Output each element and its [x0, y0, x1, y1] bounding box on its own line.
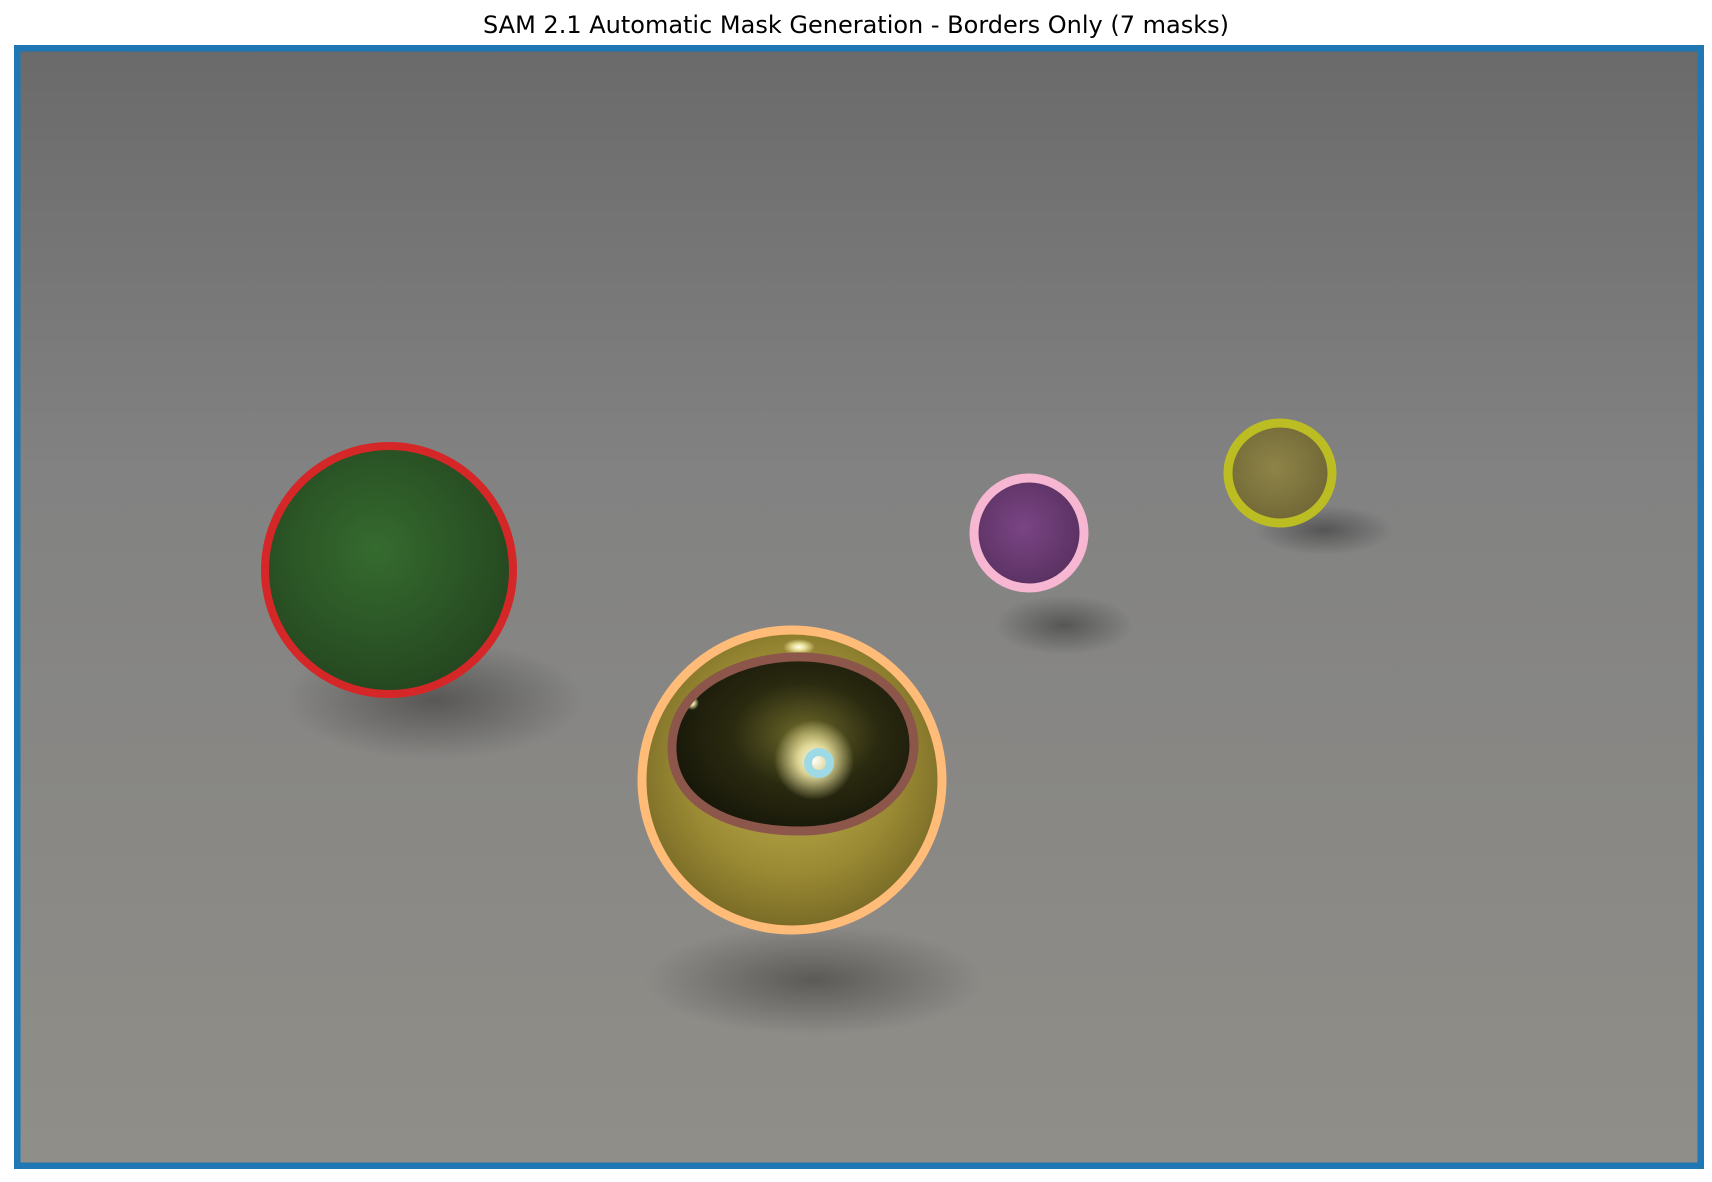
purple-sphere-shadow [994, 595, 1134, 655]
scene-image [14, 45, 1704, 1169]
gold-sphere-glow [774, 720, 854, 800]
figure-title: SAM 2.1 Automatic Mask Generation - Bord… [482, 11, 1229, 39]
scene-svg [14, 45, 1704, 1169]
gold-sphere-shadow [644, 925, 984, 1035]
figure: SAM 2.1 Automatic Mask Generation - Bord… [0, 0, 1712, 1182]
